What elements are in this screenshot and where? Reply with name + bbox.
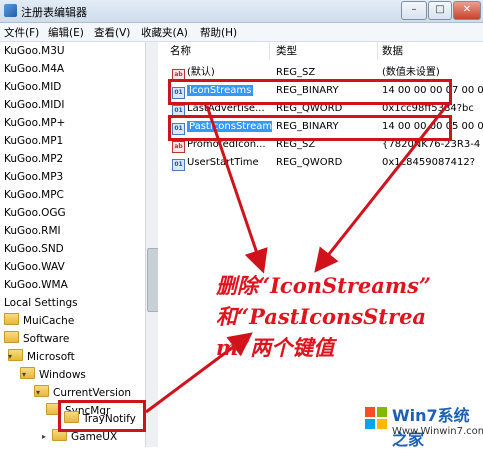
- watermark-url: Www.Winwin7.com: [392, 426, 483, 437]
- windows-logo-icon: [365, 407, 387, 429]
- annotation-text: 删除“IconStreams” 和“PastIconsStrea m”两个键值: [216, 273, 431, 360]
- annotation-arrows: [145, 103, 450, 414]
- arrow-to-text-1: [205, 105, 268, 274]
- arrow-to-text-2: [314, 103, 450, 273]
- watermark: Win7系统之家 Www.Winwin7.com: [364, 392, 483, 449]
